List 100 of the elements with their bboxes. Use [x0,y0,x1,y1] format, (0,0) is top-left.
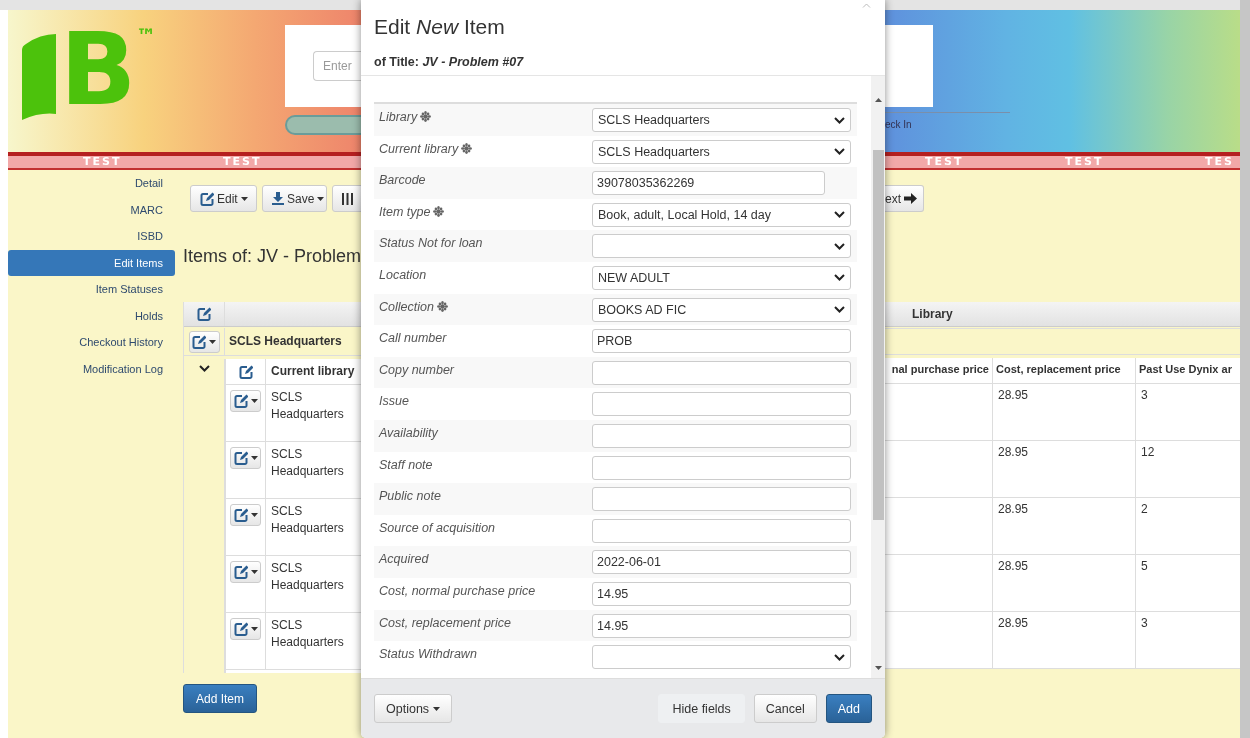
edit-menu-button[interactable] [230,561,261,583]
edit-menu-button[interactable] [230,618,261,640]
dialog-button[interactable]: Cancel [753,694,817,723]
group-label: SCLS Headquarters [228,333,342,350]
sidebar-item[interactable]: Checkout History [8,329,175,356]
dialog-subtitle: of Title: JV - Problem #07 [374,55,525,69]
caret-icon [250,513,258,517]
edit-button[interactable]: Edit [190,185,257,212]
caret-icon [250,570,258,574]
field-label: Collection [379,299,434,315]
field-label: Cost, replacement price [379,615,511,631]
edit-menu-button[interactable] [230,447,261,469]
edit-icon [192,334,206,349]
field-label: Copy number [379,362,455,378]
scrollbar[interactable] [1240,0,1250,738]
input-field[interactable] [592,392,851,417]
dialog-button[interactable]: Hide fields [658,694,745,723]
banner-text: TEST [223,156,263,168]
scroll-up-icon [875,98,882,102]
column-header: Cost, replacement price [993,358,1136,383]
scrollbar[interactable] [871,76,885,678]
caret-icon [250,399,258,403]
edit-icon [200,191,214,206]
chevron-down-icon [834,148,845,156]
edit-menu-button[interactable] [230,504,261,526]
sidebar-item[interactable]: Item Statuses [8,276,175,303]
input-field[interactable] [592,518,851,543]
field-label: Current library [379,141,459,157]
field-label: Library [379,110,418,125]
scroll-down-icon [875,666,882,670]
dialog-title: Edit New Item [374,14,506,40]
field-label: Barcode [379,173,426,189]
next-button[interactable]: ext [885,185,924,212]
caret-icon [433,706,441,711]
add-item-button[interactable]: Add Item [183,684,257,713]
table-cell-text: SCLS Headquarters [270,446,345,480]
edit-menu-button[interactable] [230,390,261,412]
banner-text: TEST [925,156,965,168]
sidebar-item[interactable]: MARC [8,196,175,223]
table-cell-text: SCLS Headquarters [270,503,345,537]
search-field[interactable]: Enter [313,51,361,81]
table-cell-text: SCLS Headquarters [270,560,345,594]
rounded-bar[interactable] [285,115,361,135]
sidebar-item[interactable]: Modification Log [8,355,175,382]
field-label: Location [379,267,427,283]
caret-icon [250,627,258,631]
select-field[interactable]: SCLS Headquarters [592,108,851,132]
chevron-down-icon [834,242,845,250]
input-field[interactable] [592,360,851,385]
chevron-up-icon [862,3,871,8]
input-field[interactable]: PROB [592,329,851,354]
banner-text: TES [1205,156,1235,168]
chevron-down-icon [834,306,845,314]
check-in-link[interactable]: eck In [885,119,1240,130]
field-label: Availability [379,425,438,441]
select-field[interactable]: NEW ADULT [592,265,851,290]
column-header: Library [911,307,953,321]
chevron-down-icon [834,653,845,661]
select-field[interactable]: BOOKS AD FIC [592,297,851,322]
edit-icon [233,565,248,579]
caret-icon [240,196,248,201]
trademark-mark: ™ [136,25,157,47]
select-field[interactable] [592,234,851,259]
field-label: Source of acquisition [379,520,496,536]
chevron-down-icon [198,365,210,372]
caret-icon [209,339,216,344]
select-field[interactable]: SCLS Headquarters [592,139,851,164]
sidebar-item[interactable]: ISBD [8,223,175,250]
input-field[interactable]: 14.95 [592,613,851,638]
input-field[interactable]: 2022-06-01 [592,550,851,575]
columns-icon [342,192,353,205]
field-label: Issue [379,394,409,410]
input-field[interactable] [592,487,851,512]
options-button[interactable]: Options [374,694,453,723]
scrollbar-thumb[interactable] [873,150,884,520]
sidebar-item[interactable]: Detail [8,170,175,197]
column-header: Current library [270,363,356,380]
input-field[interactable]: 39078035362269 [592,171,825,196]
select-field[interactable]: Book, adult, Local Hold, 14 day [592,202,851,227]
input-field[interactable] [592,423,851,448]
banner-text: TEST [1065,156,1105,168]
edit-icon [238,364,253,379]
edit-icon [233,451,248,465]
logo-letter: B [60,25,135,115]
table-cell-text: SCLS Headquarters [270,389,345,423]
sidebar-item[interactable]: Edit Items [8,249,175,276]
arrow-right-icon [904,193,917,204]
chevron-down-icon [834,274,845,282]
edit-menu-button[interactable] [188,330,220,353]
select-field[interactable] [592,645,851,670]
save-button[interactable]: Save [262,185,327,212]
columns-button[interactable] [332,185,361,212]
input-field[interactable]: 14.95 [592,581,851,606]
dialog-button[interactable]: Add [825,694,872,723]
sidebar-item[interactable]: Holds [8,302,175,329]
field-label: Staff note [379,457,433,473]
caret-icon [317,196,325,201]
edit-icon [233,394,248,408]
table-cell-text: SCLS Headquarters [270,617,345,651]
input-field[interactable] [592,455,851,480]
